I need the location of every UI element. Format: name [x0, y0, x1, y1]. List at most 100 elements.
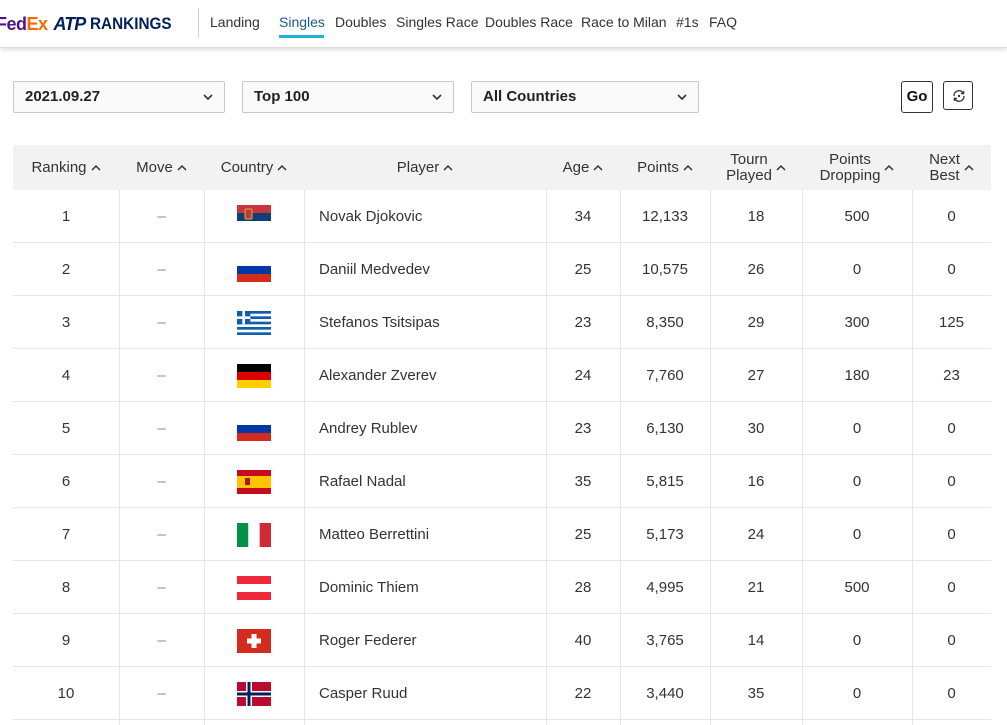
table-row[interactable]: 6 – Rafael Nadal 35 5,815 16 0 0 [13, 455, 991, 508]
country-flag-icon [237, 204, 271, 229]
table-row[interactable]: 5 – Andrey Rublev 23 6,130 30 0 0 [13, 402, 991, 455]
table-row[interactable]: 8 – Dominic Thiem 28 4,995 21 500 0 [13, 561, 991, 614]
table-row[interactable]: 2 – Daniil Medvedev 25 10,575 26 0 0 [13, 243, 991, 296]
nav-item-doubles[interactable]: Doubles [335, 14, 386, 30]
cell-player[interactable]: Rafael Nadal [304, 455, 546, 508]
cell-ranking: 1 [61, 208, 71, 225]
country-flag-cell [204, 455, 304, 508]
nav-item-number-ones[interactable]: #1s [676, 14, 699, 30]
cell-points: 3,440 [646, 685, 684, 702]
cell-next: 0 [947, 420, 956, 437]
header-dropping-line2: Dropping [819, 166, 881, 184]
cell-move: – [157, 473, 166, 490]
cell-dropping: 180 [844, 367, 870, 384]
header-country[interactable]: Country [204, 145, 304, 190]
cell-age: 40 [574, 632, 592, 649]
cell-move: – [157, 420, 166, 437]
country-flag-icon [237, 469, 271, 494]
header-player[interactable]: Player [304, 145, 546, 190]
country-select[interactable]: All Countries [471, 81, 699, 113]
country-flag-icon [237, 416, 271, 441]
cell-move: – [157, 314, 166, 331]
header-points-dropping[interactable]: Points Dropping [802, 145, 912, 190]
cell-player[interactable]: Matteo Berrettini [304, 508, 546, 561]
cell-dropping: 0 [852, 420, 862, 437]
go-button[interactable]: Go [901, 81, 933, 113]
nav-item-landing[interactable]: Landing [210, 14, 260, 30]
cell-points: 7,760 [646, 367, 684, 384]
header-ranking[interactable]: Ranking [13, 145, 119, 190]
reset-icon [953, 90, 965, 102]
table-row[interactable]: 3 – Stefanos Tsitsipas 23 8,350 29 300 125 [13, 296, 991, 349]
header-points[interactable]: Points [620, 145, 710, 190]
cell-tourn: 35 [747, 685, 765, 702]
header-next-line2: Best [929, 166, 960, 184]
cell-player[interactable]: Daniil Medvedev [304, 243, 546, 296]
cell-player[interactable]: Alexander Zverev [304, 349, 546, 402]
nav-item-singles[interactable]: Singles [279, 14, 325, 30]
header-divider [198, 8, 199, 38]
nav-item-faq[interactable]: FAQ [709, 14, 737, 30]
header-age[interactable]: Age [546, 145, 620, 190]
cell-player[interactable]: Novak Djokovic [304, 190, 546, 243]
cell-player[interactable]: Stefanos Tsitsipas [304, 296, 546, 349]
date-select-value: 2021.09.27 [25, 88, 101, 105]
cell-next: 0 [947, 526, 956, 543]
cell-tourn: 26 [747, 261, 765, 278]
country-flag-cell [204, 561, 304, 614]
cell-age: 24 [574, 367, 592, 384]
cell-dropping: 0 [852, 685, 862, 702]
header-next-best[interactable]: Next Best [912, 145, 991, 190]
nav-item-race-to-milan[interactable]: Race to Milan [581, 14, 667, 30]
country-flag-icon [237, 681, 271, 706]
country-flag-icon [237, 257, 271, 282]
cell-move: – [157, 632, 166, 649]
cell-dropping: 0 [852, 473, 862, 490]
cell-points: 8,350 [646, 314, 684, 331]
cell-ranking: 4 [61, 367, 71, 384]
cell-points: 5,815 [646, 473, 684, 490]
cell-tourn: 16 [747, 473, 765, 490]
reset-button[interactable] [943, 81, 973, 110]
table-row[interactable]: 10 – Casper Ruud 22 3,440 35 0 0 [13, 667, 991, 720]
cell-dropping: 0 [852, 632, 862, 649]
header-dropping-line1: Points [829, 150, 871, 168]
header-age-label: Age [562, 158, 590, 176]
chevron-down-icon [203, 94, 213, 101]
nav-item-doubles-race[interactable]: Doubles Race [485, 14, 573, 30]
table-row[interactable]: 7 – Matteo Berrettini 25 5,173 24 0 0 [13, 508, 991, 561]
country-flag-icon [237, 628, 271, 653]
cell-tourn: 29 [747, 314, 765, 331]
cell-dropping: 0 [852, 261, 862, 278]
cell-next: 0 [947, 685, 956, 702]
table-row[interactable]: 9 – Roger Federer 40 3,765 14 0 0 [13, 614, 991, 667]
cell-dropping: 300 [844, 314, 870, 331]
cell-ranking: 8 [61, 579, 71, 596]
table-row[interactable]: 4 – Alexander Zverev 24 7,760 27 180 23 [13, 349, 991, 402]
cell-age: 22 [574, 685, 592, 702]
cell-move: – [157, 261, 166, 278]
cell-age: 28 [574, 579, 592, 596]
nav-item-singles-race[interactable]: Singles Race [396, 14, 479, 30]
sort-caret-icon [683, 164, 693, 171]
header-move[interactable]: Move [119, 145, 204, 190]
cell-player[interactable]: Dominic Thiem [304, 561, 546, 614]
country-flag-cell [204, 402, 304, 455]
cell-player[interactable]: Roger Federer [304, 614, 546, 667]
range-select[interactable]: Top 100 [242, 81, 454, 113]
cell-move: – [157, 526, 166, 543]
fedex-atp-rankings-logo[interactable]: Fed Ex ATP RANKINGS [0, 12, 181, 36]
date-select[interactable]: 2021.09.27 [13, 81, 225, 113]
header-tourn-played[interactable]: Tourn Played [710, 145, 802, 190]
header-points-dropping-label: Points Dropping [819, 150, 881, 184]
logo-atp-text: ATP [53, 13, 87, 34]
header-tourn-line2: Played [726, 166, 772, 184]
cell-age: 34 [574, 208, 592, 225]
sort-caret-icon [443, 164, 453, 171]
sort-caret-icon [593, 164, 603, 171]
logo-fed-text: Fed [0, 13, 27, 34]
table-row[interactable]: 1 – Novak Djokovic 34 12,133 18 500 0 [13, 190, 991, 243]
cell-player[interactable]: Andrey Rublev [304, 402, 546, 455]
country-flag-cell [204, 614, 304, 667]
cell-player[interactable]: Casper Ruud [304, 667, 546, 720]
